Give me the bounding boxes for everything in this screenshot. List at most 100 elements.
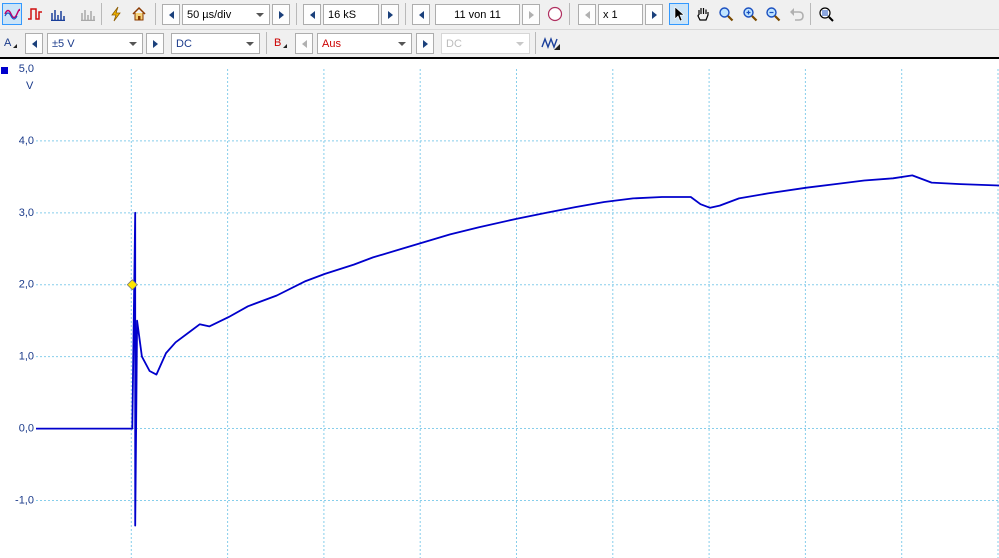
channel-a-range-increase-button[interactable] xyxy=(146,33,164,54)
y-tick-label: 4,0 xyxy=(19,135,34,147)
persistence-mode-button[interactable] xyxy=(25,3,45,25)
timebase-decrease-button[interactable] xyxy=(162,4,180,25)
lightning-icon xyxy=(111,6,121,22)
channel-a-label: A xyxy=(4,37,12,49)
arrow-left-icon xyxy=(584,10,590,19)
rulers-button[interactable] xyxy=(545,3,565,25)
arrow-right-icon xyxy=(422,39,428,48)
chevron-down-icon xyxy=(516,42,524,46)
samples-increase-button[interactable] xyxy=(381,4,399,25)
arrow-left-icon xyxy=(418,10,424,19)
channel-b-coupling-select[interactable]: DC xyxy=(441,33,530,54)
timebase-increase-button[interactable] xyxy=(272,4,290,25)
toolbar-separator xyxy=(155,3,156,25)
arrow-left-icon xyxy=(31,39,37,48)
zoom-value: x 1 xyxy=(603,8,618,21)
zoom-fit-icon xyxy=(819,7,834,22)
home-icon xyxy=(132,6,146,21)
samples-decrease-button[interactable] xyxy=(303,4,321,25)
dropdown-corner-icon xyxy=(13,44,18,48)
arrow-left-icon xyxy=(309,10,315,19)
main-toolbar: 50 µs/div 16 kS 11 von 11 x 1 xyxy=(0,0,999,30)
channel-a-coupling-select[interactable]: DC xyxy=(171,33,260,54)
square-wave-icon xyxy=(28,8,42,20)
zoom-in-button[interactable] xyxy=(740,3,760,25)
scope-mode-button[interactable] xyxy=(2,3,22,25)
samples-field[interactable]: 16 kS xyxy=(323,4,379,25)
arrow-right-icon xyxy=(152,39,158,48)
spectrum-mode-disabled-button[interactable] xyxy=(78,3,98,25)
toolbar-separator xyxy=(810,3,811,25)
default-setup-button[interactable] xyxy=(129,3,149,25)
channel-b-range-value: Aus xyxy=(322,37,341,50)
toolbar-separator xyxy=(569,3,570,25)
y-unit-label: V xyxy=(26,80,34,92)
autosetup-button[interactable] xyxy=(106,3,126,25)
channel-b-options-button[interactable]: B xyxy=(274,37,288,49)
undo-zoom-button[interactable] xyxy=(787,3,807,25)
timebase-value: 50 µs/div xyxy=(187,8,232,21)
chevron-down-icon xyxy=(398,42,406,46)
samples-value: 16 kS xyxy=(328,8,357,21)
channel-b-label: B xyxy=(274,37,282,49)
channel-b-range-select[interactable]: Aus xyxy=(317,33,412,54)
arrow-right-icon xyxy=(278,10,284,19)
y-tick-label: 3,0 xyxy=(19,207,34,219)
undo-icon xyxy=(790,8,804,21)
timebase-select[interactable]: 50 µs/div xyxy=(182,4,270,25)
arrow-right-icon xyxy=(528,10,534,19)
zoom-area-button[interactable] xyxy=(716,3,736,25)
bar-spectrum-icon xyxy=(51,10,65,21)
buffer-next-button[interactable] xyxy=(522,4,540,25)
zoom-out-icon xyxy=(766,7,781,22)
buffer-value: 11 von 11 xyxy=(454,8,501,21)
trigger-button[interactable] xyxy=(540,32,562,54)
y-tick-label: 0,0 xyxy=(19,423,34,435)
arrow-right-icon xyxy=(651,10,657,19)
toolbar-separator xyxy=(405,3,406,25)
zoom-field[interactable]: x 1 xyxy=(598,4,643,25)
buffer-field[interactable]: 11 von 11 xyxy=(435,4,520,25)
channel-a-coupling-value: DC xyxy=(176,37,192,50)
channel-b-range-decrease-button[interactable] xyxy=(295,33,313,54)
y-tick-label: 5,0 xyxy=(19,63,34,75)
compass-icon xyxy=(547,6,563,22)
zoom-increase-button[interactable] xyxy=(645,4,663,25)
arrow-right-icon xyxy=(387,10,393,19)
y-tick-label: 1,0 xyxy=(19,351,34,363)
y-tick-label: 2,0 xyxy=(19,279,34,291)
pan-tool-button[interactable] xyxy=(693,3,713,25)
arrow-pointer-icon xyxy=(674,6,685,22)
bar-spectrum-disabled-icon xyxy=(81,10,95,21)
zoom-out-button[interactable] xyxy=(763,3,783,25)
trace-channel-a xyxy=(36,174,999,527)
scope-plot[interactable]: 5,0 4,0 3,0 2,0 1,0 0,0 -1,0 V xyxy=(0,59,999,558)
channel-toolbar: A ±5 V DC B Aus DC xyxy=(0,30,999,59)
scope-chart[interactable]: 5,0 4,0 3,0 2,0 1,0 0,0 -1,0 V xyxy=(0,59,999,558)
scope-window: 50 µs/div 16 kS 11 von 11 x 1 A ±5 V DC … xyxy=(0,0,999,558)
channel-a-options-button[interactable]: A xyxy=(4,37,18,49)
zoom-decrease-button[interactable] xyxy=(578,4,596,25)
arrow-left-icon xyxy=(168,10,174,19)
toolbar-separator xyxy=(101,3,102,25)
hand-icon xyxy=(697,8,709,21)
magnifier-icon xyxy=(719,7,734,22)
channel-b-coupling-value: DC xyxy=(446,37,462,50)
buffer-previous-button[interactable] xyxy=(412,4,430,25)
channel-b-range-increase-button[interactable] xyxy=(416,33,434,54)
spectrum-mode-button[interactable] xyxy=(48,3,68,25)
channel-a-range-decrease-button[interactable] xyxy=(25,33,43,54)
sine-wave-icon xyxy=(4,8,20,20)
channel-a-range-value: ±5 V xyxy=(52,37,75,50)
channel-a-indicator xyxy=(1,67,8,74)
chevron-down-icon xyxy=(256,13,264,17)
dropdown-corner-icon xyxy=(283,44,288,48)
chevron-down-icon xyxy=(246,42,254,46)
chevron-down-icon xyxy=(129,42,137,46)
toolbar-separator xyxy=(296,3,297,25)
channel-a-range-select[interactable]: ±5 V xyxy=(47,33,143,54)
arrow-left-icon xyxy=(301,39,307,48)
zoom-fit-button[interactable] xyxy=(816,3,836,25)
toolbar-separator xyxy=(266,32,267,54)
select-tool-button[interactable] xyxy=(669,3,689,25)
